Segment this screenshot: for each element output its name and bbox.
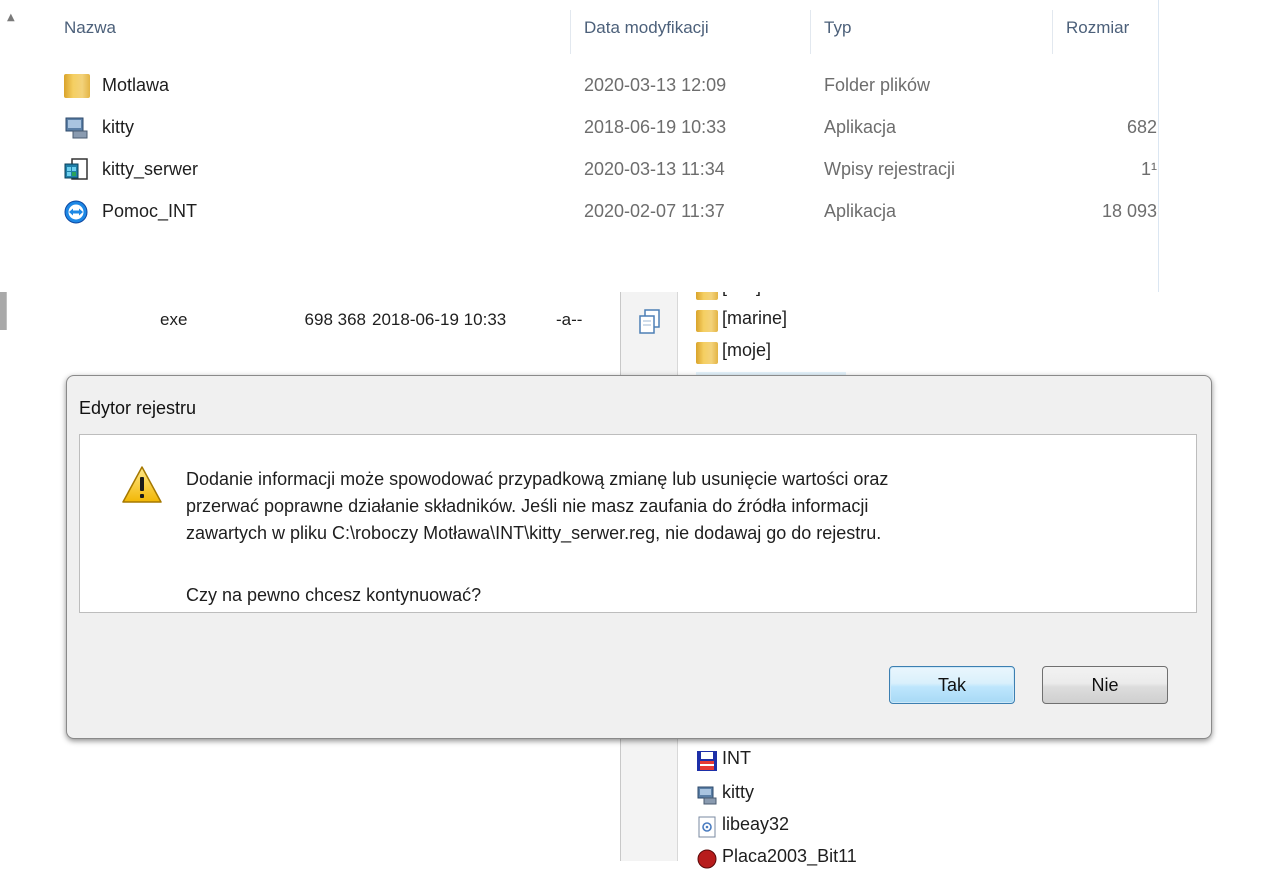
app-icon [697, 786, 717, 805]
divider [810, 10, 811, 54]
folder-icon [696, 310, 718, 332]
divider [1158, 0, 1159, 292]
file-type: Aplikacja [824, 117, 897, 137]
floppy-icon [697, 751, 717, 771]
file-size: 1¹ [1140, 159, 1157, 179]
registry-file-icon [64, 158, 88, 180]
column-header-name[interactable]: Nazwa [64, 18, 116, 48]
file-row[interactable]: Motlawa 2020-03-13 12:09 Folder plików [44, 68, 1158, 108]
app-icon [65, 117, 88, 139]
app-icon [697, 849, 717, 869]
folder-icon [696, 342, 718, 364]
item-label: [marine] [722, 308, 788, 328]
file-type: Wpisy rejestracji [824, 159, 956, 179]
file-type: Folder plików [824, 75, 931, 95]
dialog-question: Czy na pewno chcesz kontynuować? [186, 585, 482, 605]
message-line: przerwać poprawne działanie składników. … [186, 496, 869, 516]
item-label: INT [722, 748, 751, 768]
file-date: 2018-06-19 10:33 [584, 117, 727, 137]
file-date: 2020-02-07 11:37 [584, 201, 725, 221]
dialog-message: Dodanie informacji może spowodować przyp… [186, 466, 1176, 547]
dialog-title: Edytor rejestru [79, 398, 197, 418]
registry-editor-dialog: Edytor rejestru Dodanie informacji może … [66, 375, 1212, 739]
file-row[interactable]: Pomoc_INT 2020-02-07 11:37 Aplikacja 18 … [44, 194, 1158, 234]
dialog-message-area: Dodanie informacji może spowodować przyp… [79, 434, 1197, 613]
scroll-arrow-icon[interactable]: ▲ [7, 12, 15, 26]
file-attr: -a-- [556, 310, 583, 329]
item-label: [moje] [722, 340, 772, 360]
explorer-file-list: ▲ Nazwa Data modyfikacji Typ Rozmiar Mot… [0, 0, 1283, 292]
divider [570, 10, 571, 54]
dll-icon [698, 816, 716, 838]
copy-icon[interactable] [638, 309, 662, 335]
file-date: 2020-03-13 11:34 [584, 159, 725, 179]
file-ext: exe [160, 310, 188, 329]
teamviewer-icon [64, 200, 88, 224]
file-name: kitty [102, 117, 135, 137]
file-name: kitty_serwer [102, 159, 199, 179]
file-size: 18 093 [1101, 201, 1157, 221]
file-size: 682 [1126, 117, 1157, 137]
file-row[interactable]: kitty 2018-06-19 10:33 Aplikacja 682 [44, 110, 1158, 150]
column-header-size[interactable]: Rozmiar [1066, 18, 1129, 48]
file-size: 698 368 [304, 310, 366, 329]
item-label: libeay32 [722, 814, 790, 834]
item-label: kitty [722, 782, 755, 802]
message-line: Dodanie informacji może spowodować przyp… [186, 469, 889, 489]
yes-button[interactable]: Tak [889, 666, 1015, 704]
no-button[interactable]: Nie [1042, 666, 1168, 704]
file-date: 2018-06-19 10:33 [372, 310, 507, 329]
column-header-date[interactable]: Data modyfikacji [584, 18, 709, 48]
file-type: Aplikacja [824, 201, 897, 221]
file-date: 2020-03-13 12:09 [584, 75, 727, 95]
file-row[interactable]: kitty_serwer 2020-03-13 11:34 Wpisy reje… [44, 152, 1158, 192]
file-name: Pomoc_INT [102, 201, 198, 221]
folder-icon [64, 74, 90, 98]
warning-icon [122, 466, 162, 503]
message-line: zawartych w pliku C:\roboczy Motława\INT… [186, 523, 882, 543]
divider [1052, 10, 1053, 54]
file-name: Motlawa [102, 75, 170, 95]
item-label: Placa2003_Bit11 [722, 846, 857, 866]
column-header-type[interactable]: Typ [824, 18, 851, 48]
